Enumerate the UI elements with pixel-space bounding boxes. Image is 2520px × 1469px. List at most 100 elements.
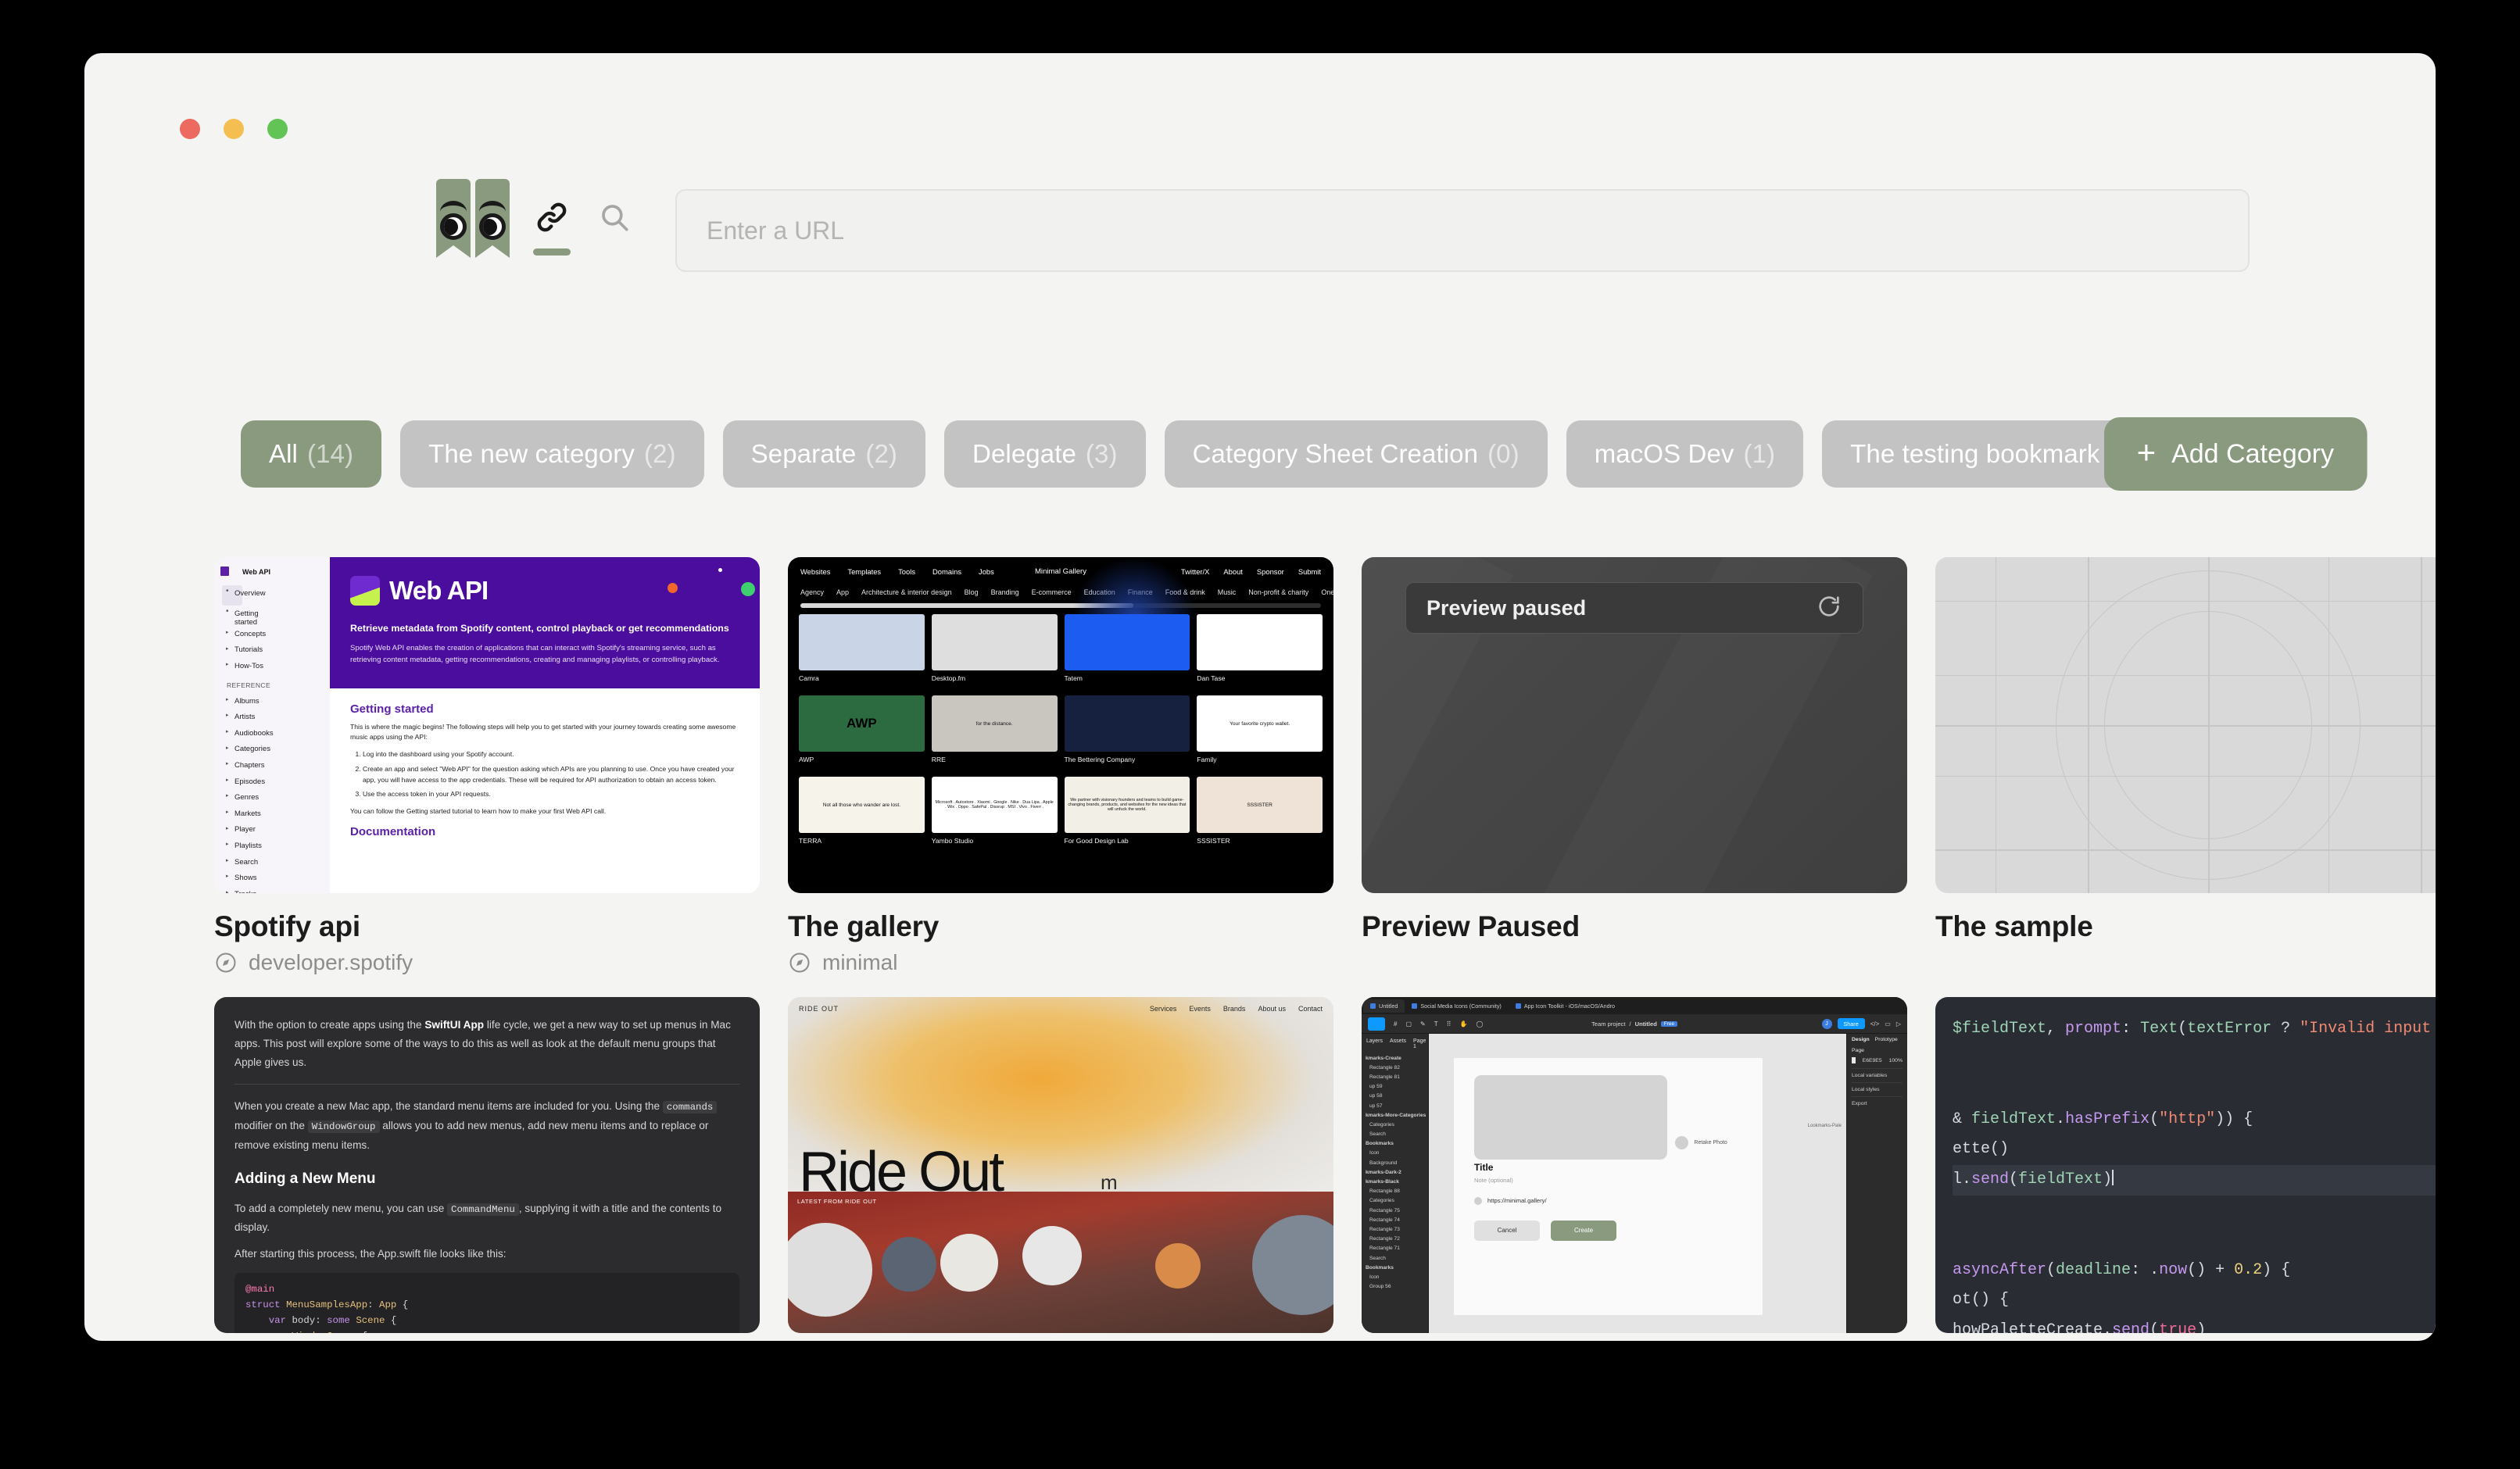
- link-icon[interactable]: [530, 195, 574, 239]
- panel-toggle-icon[interactable]: ▭: [1885, 1020, 1891, 1028]
- spotify-reference-item[interactable]: Markets: [222, 806, 330, 822]
- spotify-sidebar-item[interactable]: How-Tos: [222, 658, 330, 674]
- minimize-window-button[interactable]: [224, 119, 244, 139]
- figma-left-panel-tab[interactable]: Page 1: [1413, 1038, 1426, 1049]
- figma-canvas[interactable]: Retake Photo Title Note (optional) https…: [1429, 1034, 1846, 1333]
- rideout-nav-item[interactable]: About us: [1258, 1005, 1286, 1013]
- figma-layer-item[interactable]: Rectangle 74: [1362, 1215, 1428, 1224]
- figma-layer-item[interactable]: Background: [1362, 1158, 1428, 1167]
- figma-left-panel-tab[interactable]: Assets: [1390, 1038, 1406, 1049]
- present-icon[interactable]: ▷: [1896, 1020, 1901, 1028]
- figma-layer-item[interactable]: Icon: [1362, 1272, 1428, 1281]
- text-tool-icon[interactable]: T: [1434, 1020, 1438, 1028]
- rideout-nav-item[interactable]: Brands: [1223, 1005, 1246, 1013]
- category-pill-the-new-category[interactable]: The new category (2): [400, 420, 704, 488]
- spotify-reference-item[interactable]: Genres: [222, 789, 330, 806]
- gallery-nav-item[interactable]: Domains: [932, 567, 961, 576]
- sheet-note-field[interactable]: Note (optional): [1474, 1177, 1742, 1184]
- figma-layer-item[interactable]: Rectangle 82: [1362, 1063, 1428, 1072]
- dev-mode-icon[interactable]: </>: [1870, 1020, 1880, 1028]
- shape-tool-icon[interactable]: ▢: [1405, 1020, 1412, 1028]
- category-pill-category-sheet-creation[interactable]: Category Sheet Creation (0): [1164, 420, 1548, 488]
- category-pill-macos-dev[interactable]: macOS Dev (1): [1566, 420, 1804, 488]
- spotify-sidebar-item[interactable]: Overview: [222, 585, 266, 606]
- create-button[interactable]: Create: [1551, 1220, 1617, 1241]
- sheet-title-field[interactable]: Title: [1474, 1162, 1742, 1173]
- figma-layer-item[interactable]: Bookmarks: [1362, 1263, 1428, 1272]
- figma-layer-item[interactable]: Rectangle 88: [1362, 1187, 1428, 1196]
- retake-photo-control[interactable]: Retake Photo: [1675, 1135, 1742, 1149]
- spotify-reference-item[interactable]: Playlists: [222, 838, 330, 854]
- bookmark-card-preview-paused[interactable]: Preview paused Preview Paused: [1362, 557, 1907, 975]
- spotify-reference-item[interactable]: Shows: [222, 870, 330, 886]
- avatar[interactable]: J: [1821, 1018, 1832, 1029]
- bookmark-card-the-gallery[interactable]: Websites Templates Tools Domains Jobs Minima…: [788, 557, 1333, 975]
- spotify-reference-item[interactable]: Search: [222, 854, 330, 870]
- figma-layer-item[interactable]: up 58: [1362, 1092, 1428, 1101]
- gallery-category-item[interactable]: Blog: [965, 588, 979, 596]
- spotify-reference-item[interactable]: Audiobooks: [222, 725, 330, 742]
- bookmark-card-code-snippet[interactable]: $fieldText, prompt: Text(textError ? "In…: [1935, 997, 2436, 1333]
- gallery-tile[interactable]: We partner with visionary founders and t…: [1064, 777, 1190, 851]
- figma-right-panel-tab[interactable]: Prototype: [1875, 1037, 1898, 1042]
- pen-tool-icon[interactable]: ✎: [1420, 1020, 1426, 1028]
- figma-layer-item[interactable]: Rectangle 73: [1362, 1224, 1428, 1234]
- figma-layer-item[interactable]: kmarks-Dark-2: [1362, 1167, 1428, 1177]
- bookmark-thumbnail[interactable]: Websites Templates Tools Domains Jobs Minima…: [788, 557, 1333, 893]
- spotify-reference-item[interactable]: Player: [222, 822, 330, 838]
- spotify-reference-item[interactable]: Episodes: [222, 774, 330, 790]
- category-pill-separate[interactable]: Separate (2): [722, 420, 926, 488]
- bookmark-thumbnail[interactable]: [1935, 557, 2436, 893]
- url-input[interactable]: [675, 189, 2250, 272]
- spotify-reference-item[interactable]: Artists: [222, 709, 330, 725]
- figma-layer-item[interactable]: Search: [1362, 1130, 1428, 1139]
- share-button[interactable]: Share: [1837, 1018, 1865, 1029]
- gallery-category-item[interactable]: E-commerce: [1032, 588, 1072, 596]
- gallery-tile[interactable]: for the distance. RRE: [931, 695, 1058, 770]
- figma-layer-item[interactable]: Group 56: [1362, 1282, 1428, 1292]
- comment-tool-icon[interactable]: ◯: [1476, 1020, 1483, 1028]
- rideout-nav-item[interactable]: Services: [1150, 1005, 1177, 1013]
- figma-layer-item[interactable]: kmarks-Black: [1362, 1177, 1428, 1186]
- gallery-tile[interactable]: Not all those who wander are lost. TERRA: [799, 777, 925, 851]
- bookmark-thumbnail[interactable]: Untitled Social Media Icons (Community) Ap…: [1362, 997, 1907, 1333]
- cancel-button[interactable]: Cancel: [1474, 1220, 1541, 1241]
- add-category-button[interactable]: + Add Category: [2103, 417, 2367, 491]
- figma-design-section[interactable]: Local variables: [1852, 1068, 1903, 1082]
- bookmark-thumbnail[interactable]: Web API OverviewGetting startedConceptsT…: [214, 557, 760, 893]
- spotify-sidebar-item[interactable]: Concepts: [222, 626, 330, 642]
- figma-layer-item[interactable]: Rectangle 75: [1362, 1206, 1428, 1215]
- spotify-reference-item[interactable]: Albums: [222, 693, 330, 709]
- figma-layer-item[interactable]: Icon: [1362, 1149, 1428, 1158]
- figma-layer-item[interactable]: kmarks-More-Categories: [1362, 1110, 1428, 1120]
- gallery-nav-item[interactable]: About: [1223, 567, 1243, 576]
- gallery-nav-item[interactable]: Jobs: [979, 567, 994, 576]
- gallery-tile[interactable]: Desktop.fm: [931, 614, 1058, 688]
- bookmark-card-swiftui-menus[interactable]: With the option to create apps using the…: [214, 997, 760, 1333]
- zoom-window-button[interactable]: [267, 119, 288, 139]
- gallery-tile[interactable]: Dan Tase: [1197, 614, 1323, 688]
- category-pill-all[interactable]: All (14): [241, 420, 382, 488]
- gallery-tile[interactable]: Your favorite crypto wallet. Family: [1197, 695, 1323, 770]
- spotify-sidebar-item[interactable]: Getting started: [222, 606, 259, 627]
- hand-tool-icon[interactable]: ✋: [1459, 1020, 1467, 1028]
- rideout-nav-item[interactable]: Events: [1189, 1005, 1211, 1013]
- figma-left-panel-tab[interactable]: Layers: [1366, 1038, 1383, 1049]
- gallery-tile[interactable]: Microsoft . Autostore . Xiaomi . Google …: [931, 777, 1058, 851]
- bookmark-card-spotify-api[interactable]: Web API OverviewGetting startedConceptsT…: [214, 557, 760, 975]
- bookmark-card-ride-out[interactable]: RIDE OUT Services Events Brands About us Con…: [788, 997, 1333, 1333]
- gallery-nav-item[interactable]: Tools: [898, 567, 915, 576]
- gallery-category-item[interactable]: Branding: [991, 588, 1019, 596]
- figma-layer-item[interactable]: Rectangle 72: [1362, 1235, 1428, 1244]
- figma-design-section[interactable]: Export: [1852, 1096, 1903, 1110]
- figma-design-section[interactable]: Local styles: [1852, 1082, 1903, 1096]
- components-icon[interactable]: ⠿: [1447, 1020, 1452, 1028]
- close-window-button[interactable]: [180, 119, 200, 139]
- rideout-nav-item[interactable]: Contact: [1298, 1005, 1323, 1013]
- bookmark-thumbnail[interactable]: Preview paused: [1362, 557, 1907, 893]
- frame-tool-icon[interactable]: #: [1394, 1020, 1397, 1028]
- figma-file-tab[interactable]: Social Media Icons (Community): [1405, 999, 1508, 1013]
- gallery-category-item[interactable]: One page: [1321, 588, 1333, 596]
- spotify-reference-item[interactable]: Chapters: [222, 757, 330, 774]
- figma-layer-item[interactable]: Bookmarks: [1362, 1139, 1428, 1149]
